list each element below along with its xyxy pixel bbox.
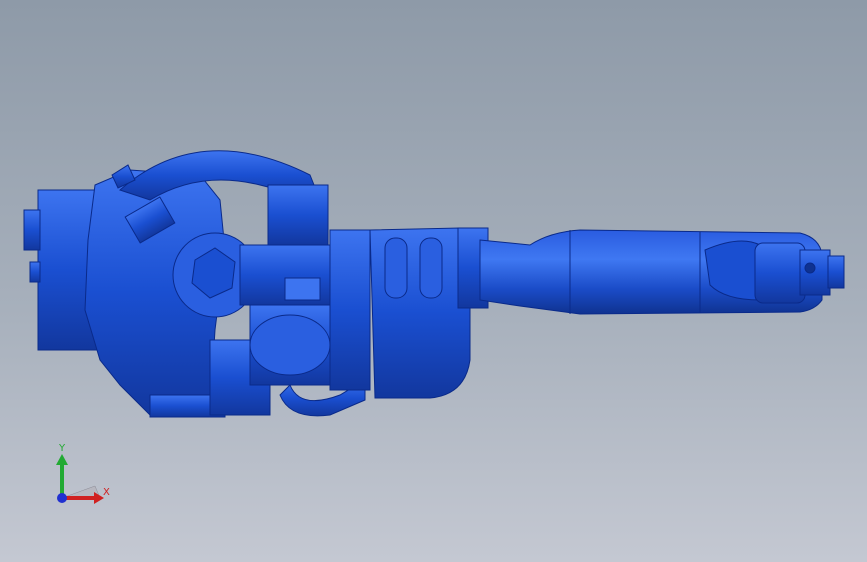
axis-triad: [56, 454, 104, 504]
y-axis-label: Y: [59, 443, 66, 454]
upper-arm-elbow: [369, 227, 489, 399]
x-axis-label: X: [103, 487, 110, 498]
cad-3d-viewport[interactable]: Y X: [0, 0, 867, 562]
wrist-flange: [754, 242, 845, 304]
shoulder-joint: [239, 184, 371, 417]
robot-arm-model[interactable]: [0, 0, 867, 562]
y-axis-arrowhead: [56, 454, 68, 465]
z-axis-dot: [57, 493, 67, 503]
